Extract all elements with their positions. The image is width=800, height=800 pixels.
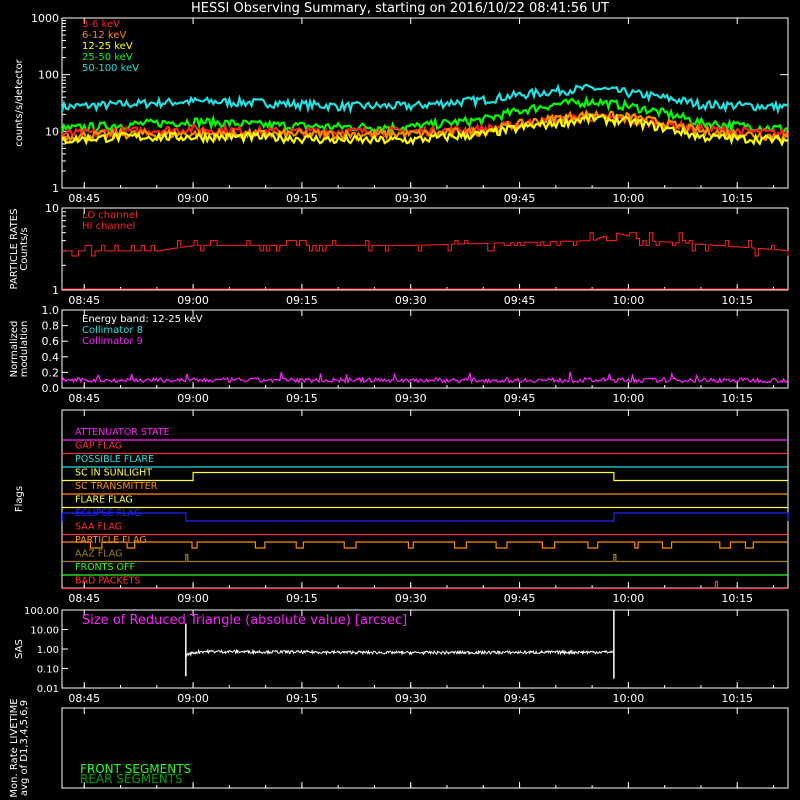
figure-title: HESSI Observing Summary, starting on 201… (191, 1, 609, 16)
legend-entry: 6-12 keV (82, 30, 126, 41)
flag-label: PARTICLE FLAG (75, 535, 147, 546)
y-tick-label: 10 (45, 125, 59, 138)
flag-label: SAA FLAG (75, 522, 122, 533)
x-tick-label: 09:15 (286, 392, 318, 405)
x-tick-label: 09:30 (395, 692, 427, 705)
y-tick-label: 1000 (31, 12, 59, 25)
flag-label: AAZ FLAG (75, 549, 122, 560)
x-tick-label: 09:00 (177, 392, 209, 405)
x-tick-label: 09:45 (504, 592, 536, 605)
legend-entry: LO channel (82, 210, 138, 221)
y-tick-label: 0.6 (42, 335, 60, 348)
x-tick-label: 08:45 (68, 592, 100, 605)
flag-trace (62, 471, 788, 482)
y-tick-label: 100 (38, 69, 59, 82)
series-line-lo-channel (62, 232, 789, 257)
y-tick-label: 100.00 (24, 606, 59, 617)
flag-label: SC IN SUNLIGHT (75, 468, 152, 479)
flag-label: ATTENUATOR STATE (75, 427, 170, 438)
series-line-50-100kev (60, 83, 789, 115)
energy-band-annotation: Energy band: 12-25 keV (82, 314, 203, 325)
series-line-collimator-9 (61, 371, 789, 385)
flag-label: BAD PACKETS (75, 576, 141, 587)
x-tick-label: 08:45 (68, 192, 100, 205)
y-tick-label: 0.8 (42, 320, 60, 333)
x-tick-label: 09:00 (177, 592, 209, 605)
x-tick-label: 09:30 (395, 392, 427, 405)
y-axis-label: SAS (14, 639, 25, 659)
x-tick-label: 08:45 (68, 692, 100, 705)
flag-trace (62, 541, 788, 549)
x-tick-label: 08:45 (68, 294, 100, 307)
x-tick-label: 09:00 (177, 192, 209, 205)
y-axis-label: Flags (14, 486, 25, 512)
x-tick-label: 10:15 (721, 392, 753, 405)
x-tick-label: 10:15 (721, 692, 753, 705)
legend-entry: REAR SEGMENTS (80, 772, 183, 786)
flag-trace (62, 580, 788, 590)
hessi-summary-figure: HESSI Observing Summary, starting on 201… (0, 0, 800, 800)
x-tick-label: 09:45 (504, 192, 536, 205)
y-tick-label: 10.00 (30, 626, 59, 637)
legend-entry: Collimator 8 (82, 325, 143, 336)
y-tick-label: 0.2 (42, 366, 60, 379)
x-tick-label: 10:00 (613, 592, 645, 605)
y-axis-label: Counts/s (19, 227, 30, 271)
flag-label: FLARE FLAG (75, 495, 133, 506)
flag-label: GAP FLAG (75, 441, 122, 452)
y-tick-label: 1 (52, 182, 59, 195)
legend-entry: 50-100 keV (82, 63, 139, 74)
summary-plot: HESSI Observing Summary, starting on 201… (9, 1, 789, 798)
y-axis-label: modulation (19, 321, 30, 378)
x-tick-label: 09:45 (504, 392, 536, 405)
x-tick-label: 09:30 (395, 592, 427, 605)
flag-label: POSSIBLE FLARE (75, 454, 154, 465)
y-tick-label: 0.10 (37, 665, 59, 676)
legend-entry: 12-25 keV (82, 41, 133, 52)
y-tick-label: 1.0 (42, 304, 60, 317)
x-tick-label: 10:15 (721, 192, 753, 205)
x-tick-label: 09:00 (177, 294, 209, 307)
flag-label: FRONTS OFF (75, 562, 135, 573)
x-tick-label: 10:15 (721, 294, 753, 307)
x-tick-label: 09:00 (177, 692, 209, 705)
flag-trace (61, 512, 789, 522)
x-tick-label: 10:00 (613, 192, 645, 205)
x-tick-label: 10:15 (721, 592, 753, 605)
x-tick-label: 09:15 (286, 692, 318, 705)
flag-label: SC TRANSMITTER (75, 481, 158, 492)
legend-entry: 3-6 keV (82, 19, 120, 30)
legend-entry: 25-50 keV (82, 52, 133, 63)
y-tick-label: 10 (45, 202, 59, 215)
y-tick-label: 0.0 (42, 382, 60, 395)
x-tick-label: 09:15 (286, 192, 318, 205)
x-tick-label: 09:45 (504, 692, 536, 705)
sas-annotation: Size of Reduced Triangle (absolute value… (82, 613, 407, 628)
x-tick-label: 10:00 (613, 692, 645, 705)
x-tick-label: 09:15 (286, 592, 318, 605)
x-tick-label: 09:15 (286, 294, 318, 307)
y-tick-label: 1 (52, 284, 59, 297)
x-tick-label: 10:00 (613, 294, 645, 307)
legend-entry: HI channel (82, 221, 135, 232)
x-tick-label: 09:30 (395, 192, 427, 205)
series-line-sas (185, 648, 615, 658)
y-axis-label: counts/s/detector (14, 58, 25, 146)
y-tick-label: 0.4 (42, 351, 60, 364)
x-tick-label: 09:30 (395, 294, 427, 307)
x-tick-label: 08:45 (68, 392, 100, 405)
y-tick-label: 0.01 (37, 684, 59, 695)
y-tick-label: 1.00 (37, 645, 59, 656)
y-axis-label: avg of D1,3,4,5,6,9 (19, 700, 30, 796)
x-tick-label: 09:45 (504, 294, 536, 307)
x-tick-label: 10:00 (613, 392, 645, 405)
legend-entry: Collimator 9 (82, 336, 143, 347)
flag-trace (62, 553, 788, 563)
